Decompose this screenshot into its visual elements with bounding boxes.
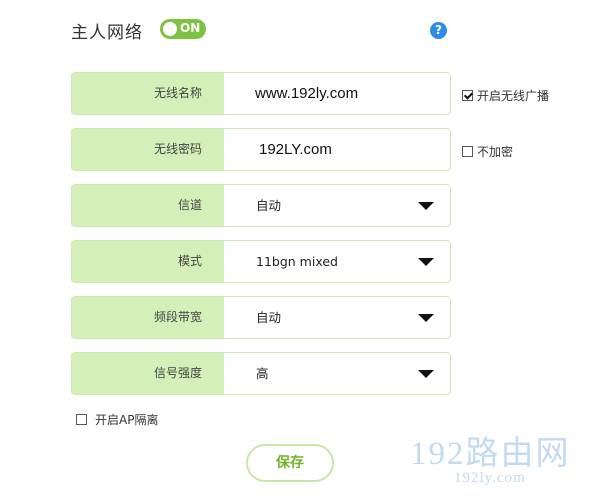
ssid-input[interactable]: www.192ly.com	[255, 73, 358, 114]
mode-select[interactable]: 模式 11bgn mixed	[71, 240, 451, 283]
channel-value: 自动	[256, 198, 282, 213]
channel-select[interactable]: 信道 自动	[71, 184, 451, 227]
password-input[interactable]: 192LY.com	[259, 129, 332, 170]
channel-label: 信道	[72, 185, 224, 226]
bandwidth-value: 自动	[256, 310, 282, 325]
ssid-label: 无线名称	[72, 73, 224, 114]
ssid-row: 无线名称 www.192ly.com	[71, 72, 451, 115]
network-toggle[interactable]: ON	[160, 19, 206, 39]
checkbox-checked-icon[interactable]	[462, 90, 473, 101]
mode-value: 11bgn mixed	[256, 254, 338, 269]
no-encrypt-label: 不加密	[477, 145, 514, 159]
password-row: 无线密码 192LY.com	[71, 128, 451, 171]
checkbox-icon[interactable]	[462, 146, 473, 157]
toggle-label: ON	[180, 21, 201, 35]
password-label: 无线密码	[72, 129, 224, 170]
watermark-main: 192路由网	[410, 436, 571, 472]
broadcast-label: 开启无线广播	[477, 89, 550, 103]
page-title: 主人网络	[71, 23, 143, 43]
checkbox-icon[interactable]	[76, 414, 87, 425]
bandwidth-label: 频段带宽	[72, 297, 224, 338]
help-icon[interactable]: ?	[430, 22, 447, 39]
chevron-down-icon[interactable]	[418, 202, 434, 210]
chevron-down-icon[interactable]	[418, 370, 434, 378]
bandwidth-select[interactable]: 频段带宽 自动	[71, 296, 451, 339]
broadcast-checkbox[interactable]: 开启无线广播	[462, 87, 549, 104]
signal-strength-label: 信号强度	[72, 353, 224, 394]
chevron-down-icon[interactable]	[418, 314, 434, 322]
save-button[interactable]: 保存	[246, 444, 334, 482]
ap-isolation-checkbox[interactable]: 开启AP隔离	[76, 411, 158, 428]
mode-label: 模式	[72, 241, 224, 282]
toggle-knob	[163, 22, 177, 36]
watermark-sub: 192ly.com	[454, 470, 526, 486]
chevron-down-icon[interactable]	[418, 258, 434, 266]
no-encrypt-checkbox[interactable]: 不加密	[462, 143, 513, 160]
ap-isolation-label: 开启AP隔离	[95, 413, 159, 427]
signal-strength-select[interactable]: 信号强度 高	[71, 352, 451, 395]
signal-strength-value: 高	[256, 366, 269, 381]
watermark: 192路由网 192ly.com	[410, 426, 596, 492]
